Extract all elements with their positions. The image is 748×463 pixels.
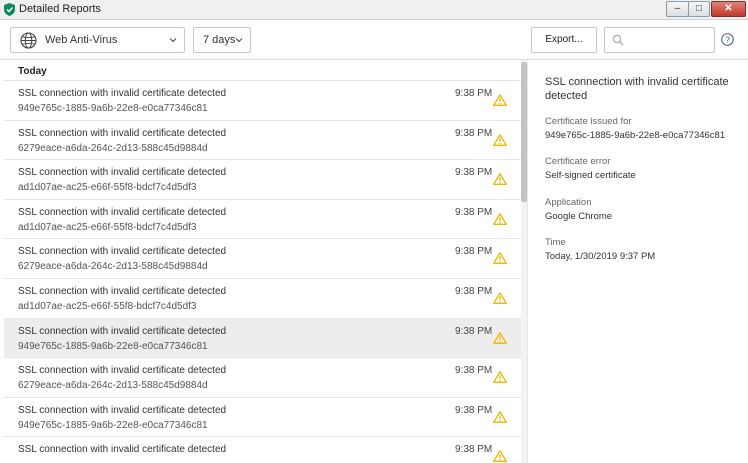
warning-icon	[493, 212, 507, 225]
list-item-id: ad1d07ae-ac25-e66f-55f8-bdcf7c4d5df3	[18, 182, 197, 194]
list-item[interactable]: SSL connection with invalid certificate …	[4, 120, 521, 161]
detail-label-certificate-error: Certificate error	[545, 156, 611, 167]
warning-icon	[493, 410, 507, 423]
export-button[interactable]: Export...	[531, 27, 597, 53]
component-dropdown-label: Web Anti-Virus	[45, 34, 118, 46]
list-item-message: SSL connection with invalid certificate …	[18, 444, 227, 456]
details-panel: SSL connection with invalid certificate …	[527, 60, 748, 463]
list-item-time: 9:38 PM	[455, 88, 493, 99]
shield-icon	[4, 3, 15, 16]
svg-text:?: ?	[725, 35, 730, 45]
search-icon	[612, 34, 624, 46]
warning-icon	[493, 331, 507, 344]
maximize-button[interactable]: □	[688, 1, 710, 17]
report-rows: SSL connection with invalid certificate …	[4, 81, 521, 463]
detail-value-application: Google Chrome	[545, 211, 613, 222]
list-item[interactable]: SSL connection with invalid certificate …	[4, 278, 521, 319]
list-item-id: 949e765c-1885-9a6b-22e8-e0ca77346c81	[18, 340, 208, 352]
list-item[interactable]: SSL connection with invalid certificate …	[4, 358, 521, 398]
warning-icon	[493, 173, 507, 186]
list-item-id: ad1d07ae-ac25-e66f-55f8-bdcf7c4d5df3	[18, 221, 197, 233]
window-title: Detailed Reports	[19, 3, 101, 15]
list-item-id: 949e765c-1885-9a6b-22e8-e0ca77346c81	[18, 103, 208, 114]
warning-icon	[493, 94, 507, 106]
detail-value-certificate-error: Self-signed certificate	[545, 170, 636, 181]
list-item-message: SSL connection with invalid certificate …	[18, 206, 227, 218]
list-item-id: 6279eace-a6da-264c-2d13-588c45d9884d	[18, 380, 208, 392]
toolbar: Web Anti-Virus 7 days Export... ?	[0, 21, 748, 60]
list-item-message: SSL connection with invalid certificate …	[18, 325, 227, 337]
list-item-message: SSL connection with invalid certificate …	[18, 88, 227, 99]
chevron-down-icon	[235, 38, 243, 43]
detail-label-issued-for: Certificate issued for	[545, 116, 632, 127]
warning-icon	[493, 450, 507, 463]
list-item-time: 9:38 PM	[455, 404, 493, 416]
period-dropdown-label: 7 days	[203, 34, 236, 46]
help-icon[interactable]: ?	[721, 33, 734, 46]
list-item-time: 9:38 PM	[455, 167, 493, 179]
list-item-time: 9:38 PM	[455, 325, 493, 337]
component-dropdown[interactable]: Web Anti-Virus	[10, 27, 185, 53]
detail-label-application: Application	[545, 197, 592, 208]
globe-icon	[20, 32, 37, 49]
list-item-message: SSL connection with invalid certificate …	[18, 246, 227, 258]
warning-icon	[493, 292, 507, 304]
list-item[interactable]: SSL connection with invalid certificate …	[4, 239, 521, 279]
warning-icon	[493, 371, 507, 384]
list-item-time: 9:38 PM	[455, 444, 493, 456]
list-item-id: ad1d07ae-ac25-e66f-55f8-bdcf7c4d5df3	[18, 300, 197, 312]
search-box[interactable]	[604, 27, 715, 53]
list-item[interactable]: SSL connection with invalid certificate …	[4, 199, 521, 240]
list-item-time: 9:38 PM	[455, 365, 493, 377]
list-item[interactable]: SSL connection with invalid certificate …	[4, 437, 521, 463]
minimize-button[interactable]: –	[666, 1, 689, 17]
detail-label-time: Time	[545, 237, 566, 248]
detail-value-issued-for: 949e765c-1885-9a6b-22e8-e0ca77346c81	[545, 130, 726, 141]
list-item-message: SSL connection with invalid certificate …	[18, 365, 227, 377]
list-item-time: 9:38 PM	[455, 246, 493, 258]
list-item[interactable]: SSL connection with invalid certificate …	[4, 160, 521, 200]
warning-icon	[493, 252, 507, 265]
list-item-message: SSL connection with invalid certificate …	[18, 285, 227, 297]
list-item[interactable]: SSL connection with invalid certificate …	[4, 397, 521, 438]
period-dropdown[interactable]: 7 days	[193, 27, 251, 53]
list-item-time: 9:38 PM	[455, 285, 493, 297]
list-item-id: 949e765c-1885-9a6b-22e8-e0ca77346c81	[18, 419, 208, 431]
title-bar: Detailed Reports – □ ✕	[0, 0, 748, 20]
list-item[interactable]: SSL connection with invalid certificate …	[4, 81, 521, 121]
list-item-message: SSL connection with invalid certificate …	[18, 404, 227, 416]
warning-icon	[493, 133, 507, 146]
list-item-id: 6279eace-a6da-264c-2d13-588c45d9884d	[18, 261, 208, 273]
list-item-message: SSL connection with invalid certificate …	[18, 167, 227, 179]
search-input[interactable]	[627, 31, 711, 49]
list-item-time: 9:38 PM	[455, 206, 493, 218]
details-title: SSL connection with invalid certificate …	[545, 76, 729, 102]
chevron-down-icon	[169, 38, 177, 43]
list-item[interactable]: SSL connection with invalid certificate …	[4, 318, 521, 359]
detail-value-time: Today, 1/30/2019 9:37 PM	[545, 251, 656, 262]
report-list: Today SSL connection with invalid certif…	[4, 60, 521, 463]
close-button[interactable]: ✕	[711, 1, 746, 17]
group-header-label: Today	[18, 66, 47, 77]
group-header: Today	[4, 60, 521, 81]
list-item-message: SSL connection with invalid certificate …	[18, 127, 227, 139]
list-item-time: 9:38 PM	[455, 127, 493, 139]
list-item-id: 6279eace-a6da-264c-2d13-588c45d9884d	[18, 142, 208, 154]
